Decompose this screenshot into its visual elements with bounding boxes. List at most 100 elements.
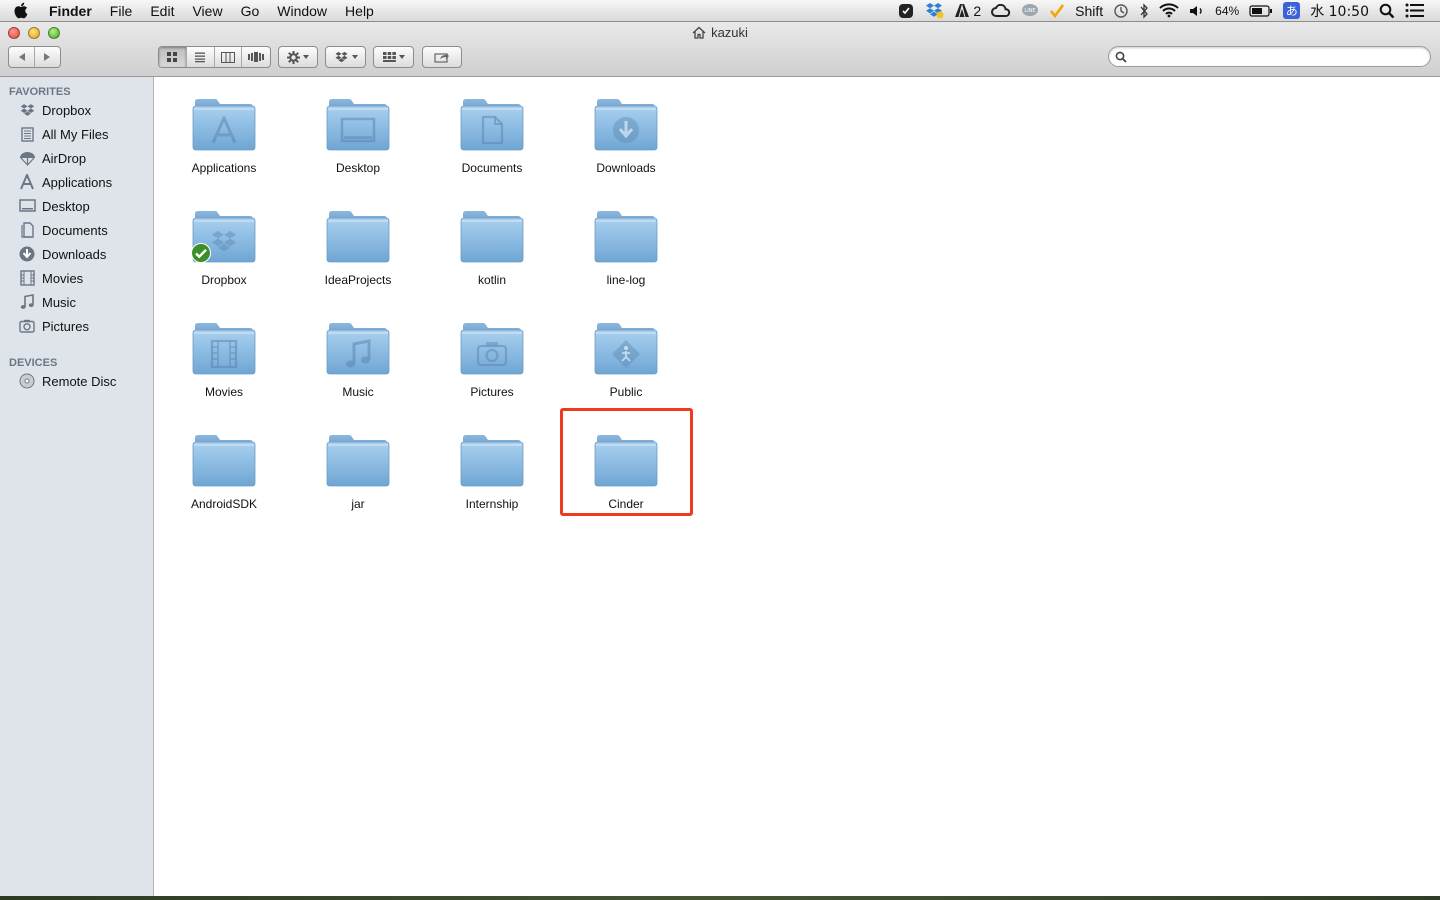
volume-icon[interactable] <box>1184 0 1210 22</box>
line-icon[interactable]: LINE <box>1016 0 1044 22</box>
movies-glyph-icon <box>191 319 257 377</box>
folder-icon <box>325 207 391 265</box>
folder-item-internship[interactable]: Internship <box>425 419 559 519</box>
folder-item-desktop[interactable]: Desktop <box>291 83 425 183</box>
folder-item-applications[interactable]: Applications <box>157 83 291 183</box>
dropbox-toolbar-seg <box>326 47 365 67</box>
sidebar-item-label: Pictures <box>42 318 89 334</box>
folder-item-documents[interactable]: Documents <box>425 83 559 183</box>
sidebar-item-documents[interactable]: Documents <box>0 218 153 242</box>
apple-menu-icon[interactable] <box>0 2 40 19</box>
sidebar-item-dropbox[interactable]: Dropbox <box>0 98 153 122</box>
menu-app-name[interactable]: Finder <box>40 0 101 22</box>
folder-item-androidsdk[interactable]: AndroidSDK <box>157 419 291 519</box>
column-view-button[interactable] <box>215 47 243 67</box>
folder-item-pictures[interactable]: Pictures <box>425 307 559 407</box>
documents-icon <box>18 222 36 238</box>
folder-icon <box>325 431 391 489</box>
folder-label: Cinder <box>608 497 644 511</box>
evernote-icon[interactable] <box>893 0 919 22</box>
menu-file[interactable]: File <box>101 0 142 22</box>
folder-label: Dropbox <box>201 273 247 287</box>
folder-item-kotlin[interactable]: kotlin <box>425 195 559 295</box>
search-field[interactable] <box>1108 46 1431 67</box>
battery-percent[interactable]: 64% <box>1210 0 1244 22</box>
folder-item-public[interactable]: Public <box>559 307 693 407</box>
sidebar-item-desktop[interactable]: Desktop <box>0 194 153 218</box>
folder-icon <box>459 431 525 489</box>
folder-item-music[interactable]: Music <box>291 307 425 407</box>
menu-window[interactable]: Window <box>268 0 336 22</box>
sidebar-item-movies[interactable]: Movies <box>0 266 153 290</box>
creative-cloud-icon[interactable] <box>986 0 1016 22</box>
desktop-icon <box>18 198 36 214</box>
spotlight-icon[interactable] <box>1374 0 1400 22</box>
back-button[interactable] <box>9 47 35 67</box>
menu-edit[interactable]: Edit <box>141 0 183 22</box>
input-source-label[interactable]: Shift <box>1070 0 1108 22</box>
input-method-icon[interactable]: あ <box>1278 0 1305 22</box>
arrange-button[interactable] <box>373 46 414 68</box>
cover-flow-button[interactable] <box>242 47 270 67</box>
pictures-icon <box>18 318 36 334</box>
folder-item-line-log[interactable]: line-log <box>559 195 693 295</box>
pictures-glyph-icon <box>459 319 525 377</box>
clock[interactable]: 水 10:50 <box>1305 0 1374 22</box>
folder-icon <box>459 319 525 377</box>
checkmark-app-icon[interactable] <box>1044 0 1070 22</box>
list-view-button[interactable] <box>187 47 215 67</box>
sidebar-item-applications[interactable]: Applications <box>0 170 153 194</box>
notification-center-icon[interactable] <box>1400 0 1430 22</box>
folder-icon <box>593 207 659 265</box>
window-toolbar: kazuki <box>0 22 1440 77</box>
music-icon <box>18 294 36 310</box>
folder-item-cinder[interactable]: Cinder <box>559 419 693 519</box>
action-menu-button[interactable] <box>278 46 318 68</box>
adobe-count: 2 <box>973 2 982 19</box>
movies-icon <box>18 270 36 286</box>
folder-item-ideaprojects[interactable]: IdeaProjects <box>291 195 425 295</box>
applications-glyph-icon <box>191 95 257 153</box>
folder-label: Applications <box>191 161 257 175</box>
sidebar-item-all-my-files[interactable]: All My Files <box>0 122 153 146</box>
time-machine-icon[interactable] <box>1108 0 1134 22</box>
folder-item-movies[interactable]: Movies <box>157 307 291 407</box>
forward-button[interactable] <box>35 47 60 67</box>
sidebar-item-pictures[interactable]: Pictures <box>0 314 153 338</box>
chevron-down-icon <box>351 55 358 59</box>
view-mode-control <box>158 46 271 68</box>
sidebar-item-remote-disc[interactable]: Remote Disc <box>0 369 153 393</box>
sidebar-item-label: AirDrop <box>42 150 87 166</box>
menu-help[interactable]: Help <box>336 0 383 22</box>
wifi-icon[interactable] <box>1154 0 1184 22</box>
icon-view-button[interactable] <box>159 47 187 67</box>
folder-item-downloads[interactable]: Downloads <box>559 83 693 183</box>
adobe-icon[interactable]: 2 <box>949 0 986 22</box>
folder-icon <box>325 95 391 153</box>
search-icon <box>1115 51 1127 63</box>
sidebar-item-airdrop[interactable]: AirDrop <box>0 146 153 170</box>
folder-icon <box>593 95 659 153</box>
dropbox-status-icon[interactable] <box>919 0 949 22</box>
sidebar-item-downloads[interactable]: Downloads <box>0 242 153 266</box>
folder-item-jar[interactable]: jar <box>291 419 425 519</box>
sidebar-item-music[interactable]: Music <box>0 290 153 314</box>
share-icon <box>434 53 449 63</box>
dropbox-toolbar-button[interactable] <box>325 46 366 68</box>
menu-view[interactable]: View <box>183 0 231 22</box>
arrange-seg <box>374 47 413 67</box>
bluetooth-icon[interactable] <box>1134 0 1154 22</box>
share-button[interactable] <box>422 46 462 68</box>
arrange-icon <box>382 51 396 62</box>
desktop-glyph-icon <box>325 95 391 153</box>
window-title-text: kazuki <box>711 25 748 40</box>
share-seg <box>423 47 461 67</box>
folder-label: AndroidSDK <box>190 497 258 511</box>
folder-icon <box>459 95 525 153</box>
folder-item-dropbox[interactable]: Dropbox <box>157 195 291 295</box>
sidebar-item-label: Dropbox <box>42 102 92 118</box>
battery-icon[interactable] <box>1244 0 1278 22</box>
search-input[interactable] <box>1131 49 1430 64</box>
menu-go[interactable]: Go <box>232 0 269 22</box>
